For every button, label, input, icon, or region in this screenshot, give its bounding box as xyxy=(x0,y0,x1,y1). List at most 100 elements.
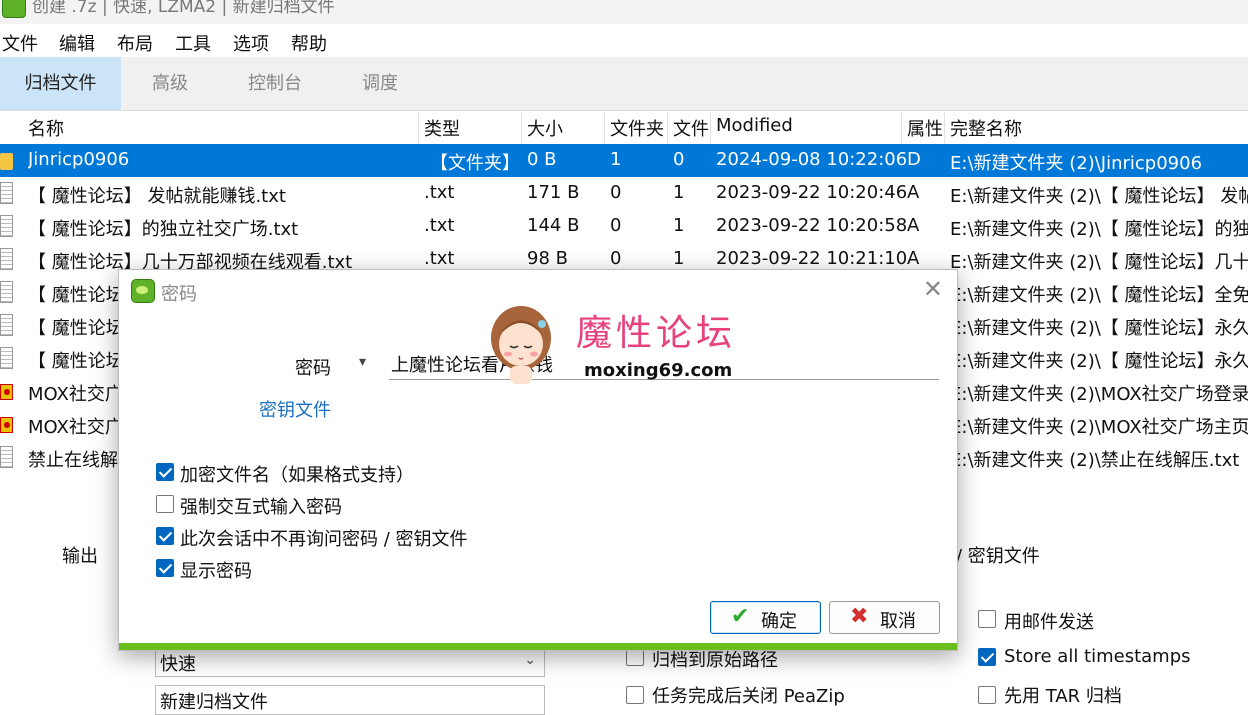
password-input[interactable] xyxy=(389,348,939,380)
cancel-button[interactable]: ✖ 取消 xyxy=(829,601,940,634)
row-size: 98 B xyxy=(527,248,568,269)
row-size: 171 B xyxy=(527,182,580,203)
text-file-icon xyxy=(0,281,13,303)
menu-file[interactable]: 文件 xyxy=(2,30,38,56)
dialog-accent-bar xyxy=(119,643,957,650)
row-folders: 1 xyxy=(610,149,622,170)
table-row[interactable]: 【 魔性论坛】的独立社交广场.txt .txt 144 B 0 1 2023-0… xyxy=(0,210,1248,243)
text-file-icon xyxy=(0,182,13,204)
keyfile-link[interactable]: 密钥文件 xyxy=(259,396,331,422)
text-file-icon xyxy=(0,347,13,369)
row-full-name: E:\新建文件夹 (2)\禁止在线解压.txt xyxy=(950,450,1240,471)
row-name: 【 魔性论坛】 发帖就能赚钱.txt xyxy=(28,186,286,207)
tab-archive[interactable]: 归档文件 xyxy=(0,57,121,110)
row-attributes: A xyxy=(907,248,920,269)
menu-help[interactable]: 帮助 xyxy=(291,30,327,56)
column-header-attributes[interactable]: 属性 xyxy=(907,115,943,141)
row-type: .txt xyxy=(424,215,455,236)
tab-advanced[interactable]: 高级 xyxy=(130,57,210,110)
row-name: 禁止在线解 xyxy=(28,450,118,471)
cancel-x-icon: ✖ xyxy=(850,604,869,629)
close-peazip-label: 任务完成后关闭 PeaZip xyxy=(652,686,845,707)
file-list-header: 名称 类型 大小 文件夹 文件 Modified 属性 完整名称 xyxy=(0,112,1248,145)
column-header-folders[interactable]: 文件夹 xyxy=(610,115,664,141)
encrypt-filenames-checkbox[interactable] xyxy=(156,463,174,481)
row-name: MOX社交广 xyxy=(28,384,123,405)
column-header-modified[interactable]: Modified xyxy=(716,115,793,136)
checkmark-icon: ✔ xyxy=(731,604,750,629)
text-file-icon xyxy=(0,446,13,468)
ok-button[interactable]: ✔ 确定 xyxy=(710,601,821,634)
column-header-type[interactable]: 类型 xyxy=(424,115,460,141)
tab-schedule[interactable]: 调度 xyxy=(340,57,420,110)
store-all-timestamps-label: Store all timestamps xyxy=(1004,646,1191,667)
table-row[interactable]: 【 魔性论坛】 发帖就能赚钱.txt .txt 171 B 0 1 2023-0… xyxy=(0,177,1248,210)
row-folders: 0 xyxy=(610,248,622,269)
archive-name-value: 新建归档文件 xyxy=(160,692,268,713)
menu-edit[interactable]: 编辑 xyxy=(59,30,95,56)
shortcut-icon xyxy=(0,384,13,400)
force-interactive-password-checkbox[interactable] xyxy=(156,495,174,513)
column-header-files[interactable]: 文件 xyxy=(673,115,709,141)
compression-speed-select[interactable]: 快速 ⌄ xyxy=(155,647,545,677)
menu-options[interactable]: 选项 xyxy=(233,30,269,56)
chevron-down-icon[interactable]: ▾ xyxy=(359,354,366,370)
show-password-label: 显示密码 xyxy=(180,561,252,582)
row-full-name: E:\新建文件夹 (2)\【 魔性论坛】全免 xyxy=(950,285,1248,306)
row-name: 【 魔性论坛 xyxy=(28,285,124,306)
row-files: 0 xyxy=(673,149,685,170)
store-all-timestamps-checkbox[interactable] xyxy=(978,648,996,666)
row-attributes: A xyxy=(907,182,920,203)
row-modified: 2024-09-08 10:22:06 xyxy=(716,149,908,170)
archive-name-field[interactable]: 新建归档文件 xyxy=(155,685,545,715)
ok-button-label: 确定 xyxy=(761,611,797,632)
password-dialog: 密码 ✕ 密码 ▾ 密钥文件 加密文件名（如果格式支持） 强制交互式输入密码 此… xyxy=(118,269,958,651)
row-full-name: E:\新建文件夹 (2)\【 魔性论坛】的独 xyxy=(950,219,1248,240)
keyfile-partial-label: / 密钥文件 xyxy=(956,546,1040,567)
column-header-name[interactable]: 名称 xyxy=(28,115,64,141)
row-type: .txt xyxy=(424,182,455,203)
table-row[interactable]: Jinricp0906 【文件夹】 0 B 1 0 2024-09-08 10:… xyxy=(0,144,1248,177)
tar-first-checkbox[interactable] xyxy=(978,686,996,704)
row-name: 【 魔性论坛】的独立社交广场.txt xyxy=(28,219,299,240)
send-by-email-checkbox[interactable] xyxy=(978,610,996,628)
row-full-name: E:\新建文件夹 (2)\【 魔性论坛】几十 xyxy=(950,252,1248,273)
output-label: 输出 xyxy=(62,546,98,567)
row-full-name: E:\新建文件夹 (2)\MOX社交广场登录 xyxy=(950,384,1248,405)
row-full-name: E:\新建文件夹 (2)\【 魔性论坛】永久 xyxy=(950,318,1248,339)
menu-layout[interactable]: 布局 xyxy=(117,30,153,56)
row-folders: 0 xyxy=(610,182,622,203)
row-files: 1 xyxy=(673,248,685,269)
chevron-down-icon: ⌄ xyxy=(524,652,536,668)
show-password-checkbox[interactable] xyxy=(156,559,174,577)
shortcut-icon xyxy=(0,417,13,433)
column-header-full-name[interactable]: 完整名称 xyxy=(950,115,1022,141)
tab-console[interactable]: 控制台 xyxy=(230,57,320,110)
text-file-icon xyxy=(0,215,13,237)
row-files: 1 xyxy=(673,215,685,236)
row-modified: 2023-09-22 10:20:46 xyxy=(716,182,908,203)
close-peazip-checkbox[interactable] xyxy=(626,686,644,704)
tab-bar: 归档文件 高级 控制台 调度 xyxy=(0,57,1248,111)
row-name: Jinricp0906 xyxy=(28,149,130,170)
peazip-dialog-icon xyxy=(131,279,155,303)
row-full-name: E:\新建文件夹 (2)\MOX社交广场主页 xyxy=(950,417,1248,438)
menu-tools[interactable]: 工具 xyxy=(175,30,211,56)
row-full-name: E:\新建文件夹 (2)\【 魔性论坛】永久 xyxy=(950,351,1248,372)
row-full-name: E:\新建文件夹 (2)\【 魔性论坛】 发帖 xyxy=(950,186,1248,207)
row-name: MOX社交广 xyxy=(28,417,123,438)
compression-speed-value: 快速 xyxy=(160,654,196,675)
title-bar: 创建 .7z | 快速, LZMA2 | 新建归档文件 xyxy=(0,0,1248,24)
dont-ask-again-checkbox[interactable] xyxy=(156,527,174,545)
row-name: 【 魔性论坛 xyxy=(28,318,124,339)
column-header-size[interactable]: 大小 xyxy=(527,115,563,141)
close-icon[interactable]: ✕ xyxy=(923,275,943,303)
row-attributes: D xyxy=(907,149,921,170)
row-modified: 2023-09-22 10:20:58 xyxy=(716,215,908,236)
row-full-name: E:\新建文件夹 (2)\Jinricp0906 xyxy=(950,153,1203,174)
row-folders: 0 xyxy=(610,215,622,236)
text-file-icon xyxy=(0,248,13,270)
send-by-email-label: 用邮件发送 xyxy=(1004,612,1094,633)
row-size: 0 B xyxy=(527,149,557,170)
folder-icon xyxy=(0,153,13,170)
